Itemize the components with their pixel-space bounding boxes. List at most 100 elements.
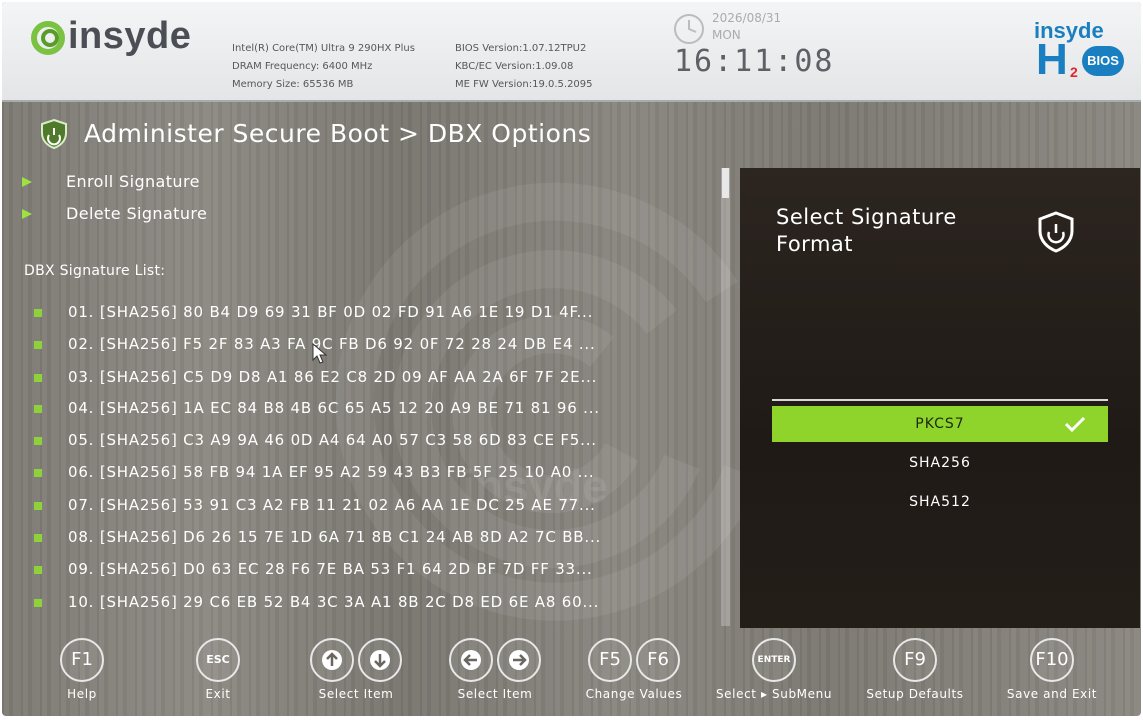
key-help[interactable]: F1 Help (56, 638, 108, 701)
key-label: Select Item (318, 687, 394, 701)
option-label: PKCS7 (915, 416, 965, 432)
clock-icon (674, 14, 704, 44)
date-value: 2026/08/31 (712, 11, 782, 25)
key-label: Change Values (585, 687, 683, 701)
arrow-right-icon (22, 177, 32, 187)
bullet-icon (34, 599, 42, 607)
signature-row[interactable]: 10. [SHA256] 29 C6 EB 52 B4 3C 3A A1 8B … (34, 593, 714, 615)
memory-info: Memory Size: 65536 MB (232, 79, 354, 90)
bullet-icon (34, 566, 42, 574)
arrow-down-icon (370, 650, 390, 670)
checkmark-icon (1064, 416, 1086, 433)
f1-key[interactable]: F1 (60, 638, 104, 682)
insyde-logo: insyde (30, 16, 220, 56)
cpu-info: Intel(R) Core(TM) Ultra 9 290HX Plus (232, 43, 415, 54)
secure-shield-icon (41, 118, 67, 150)
signature-row[interactable]: 09. [SHA256] D0 63 EC 28 F6 7E BA 53 F1 … (34, 560, 714, 582)
arrow-up-key[interactable] (310, 638, 354, 682)
key-label: Exit (205, 687, 231, 701)
h2-brand-sub: 2 (1070, 64, 1078, 80)
arrow-right-icon (509, 650, 529, 670)
key-label: Select Item (457, 687, 533, 701)
option-sha512[interactable]: SHA512 (772, 484, 1108, 520)
page-title: Administer Secure Boot > DBX Options (84, 119, 592, 148)
signature-row[interactable]: 03. [SHA256] C5 D9 D8 A1 86 E2 C8 2D 09 … (34, 368, 714, 390)
signature-row[interactable]: 05. [SHA256] C3 A9 9A 46 0D A4 64 A0 57 … (34, 431, 714, 453)
dbx-list-label: DBX Signature List: (24, 263, 166, 279)
insyde-h2o-logo: insyde H 2 BIOS (1032, 18, 1128, 84)
arrow-down-key[interactable] (358, 638, 402, 682)
signature-row[interactable]: 07. [SHA256] 53 91 C3 A2 FB 11 21 02 A6 … (34, 496, 714, 518)
signature-text: 04. [SHA256] 1A EC 84 B8 4B 6C 65 A5 12 … (68, 399, 600, 417)
key-label: Save and Exit (1006, 687, 1098, 701)
arrow-left-icon (461, 650, 481, 670)
key-select-item-updown[interactable]: Select Item (300, 638, 412, 701)
signature-text: 06. [SHA256] 58 FB 94 1A EF 95 A2 59 43 … (68, 463, 595, 481)
arrow-up-icon (322, 650, 342, 670)
key-label: Help (67, 687, 97, 701)
bullet-icon (34, 341, 42, 349)
bullet-icon (34, 405, 42, 413)
system-info-left: Intel(R) Core(TM) Ultra 9 290HX Plus DRA… (232, 40, 415, 94)
signature-text: 10. [SHA256] 29 C6 EB 52 B4 3C 3A A1 8B … (68, 593, 600, 611)
bullet-icon (34, 374, 42, 382)
signature-row[interactable]: 02. [SHA256] F5 2F 83 A3 FA 9C FB D6 92 … (34, 335, 714, 357)
esc-key[interactable]: ESC (196, 638, 240, 682)
f6-key[interactable]: F6 (636, 638, 680, 682)
options-divider (772, 399, 1108, 401)
bullet-icon (34, 534, 42, 542)
enter-key[interactable]: ENTER (752, 638, 796, 682)
option-pkcs7[interactable]: PKCS7 (772, 406, 1108, 442)
signature-text: 09. [SHA256] D0 63 EC 28 F6 7E BA 53 F1 … (68, 560, 593, 578)
signature-format-panel: Select Signature Format PKCS7 SHA256 SHA… (740, 168, 1140, 628)
signature-text: 02. [SHA256] F5 2F 83 A3 FA 9C FB D6 92 … (68, 335, 596, 353)
signature-text: 05. [SHA256] C3 A9 9A 46 0D A4 64 A0 57 … (68, 431, 597, 449)
f9-key[interactable]: F9 (893, 638, 937, 682)
panel-title: Select Signature Format (776, 205, 957, 256)
arrow-right-icon (22, 209, 32, 219)
bullet-icon (34, 469, 42, 477)
insyde-watermark: insyde (335, 182, 760, 621)
bullet-icon (34, 309, 42, 317)
shield-power-icon (1038, 211, 1074, 253)
bullet-icon (34, 502, 42, 510)
key-setup-defaults[interactable]: F9 Setup Defaults (860, 638, 970, 701)
f10-key[interactable]: F10 (1030, 638, 1074, 682)
signature-text: 03. [SHA256] C5 D9 D8 A1 86 E2 C8 2D 09 … (68, 368, 598, 386)
signature-text: 07. [SHA256] 53 91 C3 A2 FB 11 21 02 A6 … (68, 496, 596, 514)
menu-item-label: Enroll Signature (66, 172, 200, 191)
insyde-swirl-icon (31, 21, 65, 55)
key-label: Select ▸ SubMenu (715, 687, 833, 701)
f5-key[interactable]: F5 (588, 638, 632, 682)
option-sha256[interactable]: SHA256 (772, 445, 1108, 481)
system-info-right: BIOS Version:1.07.12TPU2 KBC/EC Version:… (455, 40, 593, 94)
list-scrollbar[interactable] (721, 168, 730, 626)
brand-name: insyde (68, 15, 192, 57)
option-label: SHA512 (909, 494, 971, 510)
key-save-exit[interactable]: F10 Save and Exit (1000, 638, 1104, 701)
h2-brand-letter: H (1036, 35, 1068, 84)
signature-row[interactable]: 04. [SHA256] 1A EC 84 B8 4B 6C 65 A5 12 … (34, 399, 714, 421)
mouse-cursor-icon (312, 343, 328, 364)
kbc-version: KBC/EC Version:1.09.08 (455, 61, 574, 72)
key-select-item-leftright[interactable]: Select Item (439, 638, 551, 701)
signature-row[interactable]: 06. [SHA256] 58 FB 94 1A EF 95 A2 59 43 … (34, 463, 714, 485)
scrollbar-thumb[interactable] (722, 168, 729, 198)
option-label: SHA256 (909, 455, 971, 471)
arrow-left-key[interactable] (449, 638, 493, 682)
signature-row[interactable]: 08. [SHA256] D6 26 15 7E 1D 6A 71 8B C1 … (34, 528, 714, 550)
dram-info: DRAM Frequency: 6400 MHz (232, 61, 373, 72)
key-exit[interactable]: ESC Exit (190, 638, 246, 701)
bios-screen: insyde insyde Intel(R) Core(TM) Ultra 9 … (2, 2, 1141, 716)
me-version: ME FW Version:19.0.5.2095 (455, 79, 593, 90)
key-select-submenu[interactable]: ENTER Select ▸ SubMenu (706, 638, 842, 701)
bios-badge: BIOS (1082, 46, 1124, 76)
signature-row[interactable]: 01. [SHA256] 80 B4 D9 69 31 BF 0D 02 FD … (34, 303, 714, 325)
bullet-icon (34, 437, 42, 445)
key-change-values[interactable]: F5 F6 Change Values (578, 638, 690, 701)
key-label: Setup Defaults (866, 687, 964, 701)
time-display: 16:11:08 (674, 44, 835, 79)
menu-item-label: Delete Signature (66, 204, 208, 223)
bios-version: BIOS Version:1.07.12TPU2 (455, 43, 587, 54)
arrow-right-key[interactable] (497, 638, 541, 682)
